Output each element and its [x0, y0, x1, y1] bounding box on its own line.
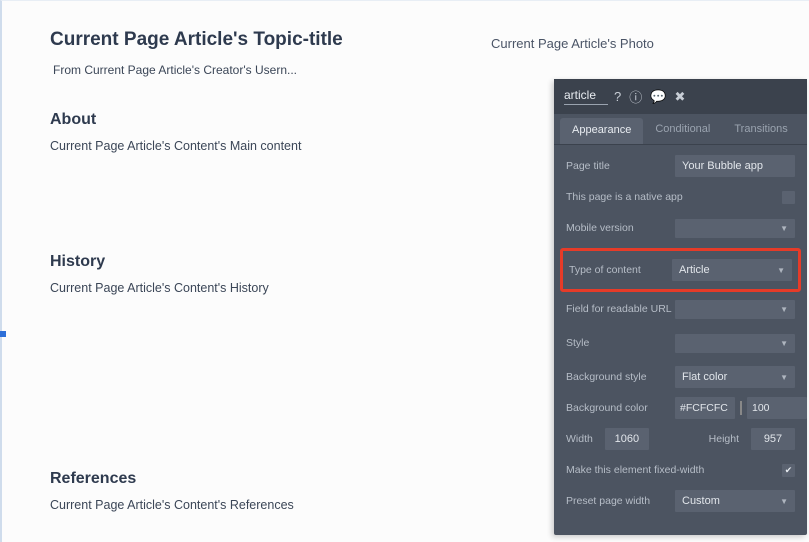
close-icon[interactable]: ✖ [674, 89, 685, 105]
label-field-readable-url: Field for readable URL [566, 303, 675, 315]
checkbox-native-app[interactable] [782, 191, 795, 204]
row-page-title: Page title [566, 155, 795, 177]
selection-marker [0, 331, 6, 337]
row-background-style: Background style Flat color ▼ [566, 366, 795, 388]
select-mobile-version[interactable]: ▼ [675, 219, 795, 238]
select-type-of-content[interactable]: Article ▼ [672, 259, 792, 281]
chevron-down-icon: ▼ [780, 339, 788, 348]
chevron-down-icon: ▼ [780, 373, 788, 382]
row-style: Style ▼ [566, 332, 795, 354]
select-background-style[interactable]: Flat color ▼ [675, 366, 795, 388]
row-preset-page-width: Preset page width Custom ▼ [566, 490, 795, 512]
label-background-color: Background color [566, 402, 675, 414]
row-fixed-width: Make this element fixed-width ✔ [566, 459, 795, 481]
input-page-title[interactable] [675, 155, 795, 177]
info-icon[interactable]: ⓘ [629, 87, 642, 106]
inspector-panel[interactable]: article ? ⓘ 💬 ✖ Appearance Conditional T… [554, 79, 807, 535]
input-width[interactable] [605, 428, 649, 450]
row-dimensions: Width Height [566, 428, 795, 450]
label-page-title: Page title [566, 160, 675, 172]
checkbox-fixed-width[interactable]: ✔ [782, 464, 795, 477]
photo-placeholder-text: Current Page Article's Photo [491, 36, 654, 51]
author-line: From Current Page Article's Creator's Us… [53, 63, 761, 77]
label-background-style: Background style [566, 371, 675, 383]
label-native-app: This page is a native app [566, 191, 782, 203]
select-preset-page-width-value: Custom [682, 495, 720, 507]
comment-icon[interactable]: 💬 [650, 89, 666, 105]
color-swatch[interactable] [740, 401, 742, 415]
topic-title: Current Page Article's Topic-title [50, 29, 761, 51]
select-field-readable-url[interactable]: ▼ [675, 300, 795, 319]
row-type-of-content: Type of content Article ▼ [560, 248, 801, 292]
row-background-color: Background color [566, 397, 795, 419]
label-style: Style [566, 337, 675, 349]
help-icon[interactable]: ? [614, 89, 621, 104]
row-native-app: This page is a native app [566, 186, 795, 208]
chevron-down-icon: ▼ [777, 266, 785, 275]
label-fixed-width: Make this element fixed-width [566, 464, 782, 476]
tab-conditional[interactable]: Conditional [643, 114, 722, 144]
tab-transitions[interactable]: Transitions [722, 114, 799, 144]
inspector-element-name[interactable]: article [564, 88, 608, 105]
select-background-style-value: Flat color [682, 371, 727, 383]
inspector-tabs: Appearance Conditional Transitions [554, 114, 807, 145]
label-preset-page-width: Preset page width [566, 495, 675, 507]
chevron-down-icon: ▼ [780, 497, 788, 506]
inspector-header[interactable]: article ? ⓘ 💬 ✖ [554, 79, 807, 114]
inspector-header-icons: ? ⓘ 💬 ✖ [614, 87, 685, 106]
row-mobile-version: Mobile version ▼ [566, 217, 795, 239]
select-style[interactable]: ▼ [675, 334, 795, 353]
chevron-down-icon: ▼ [780, 305, 788, 314]
inspector-body: Page title This page is a native app Mob… [554, 145, 807, 535]
input-height[interactable] [751, 428, 795, 450]
label-mobile-version: Mobile version [566, 222, 675, 234]
label-height: Height [709, 433, 739, 445]
chevron-down-icon: ▼ [780, 224, 788, 233]
label-width: Width [566, 433, 593, 445]
select-preset-page-width[interactable]: Custom ▼ [675, 490, 795, 512]
input-background-alpha[interactable] [747, 397, 807, 419]
label-type-of-content: Type of content [569, 264, 672, 276]
tab-appearance[interactable]: Appearance [560, 118, 643, 144]
select-type-of-content-value: Article [679, 264, 710, 276]
row-field-readable-url: Field for readable URL ▼ [566, 298, 795, 320]
input-background-color[interactable] [675, 397, 735, 419]
